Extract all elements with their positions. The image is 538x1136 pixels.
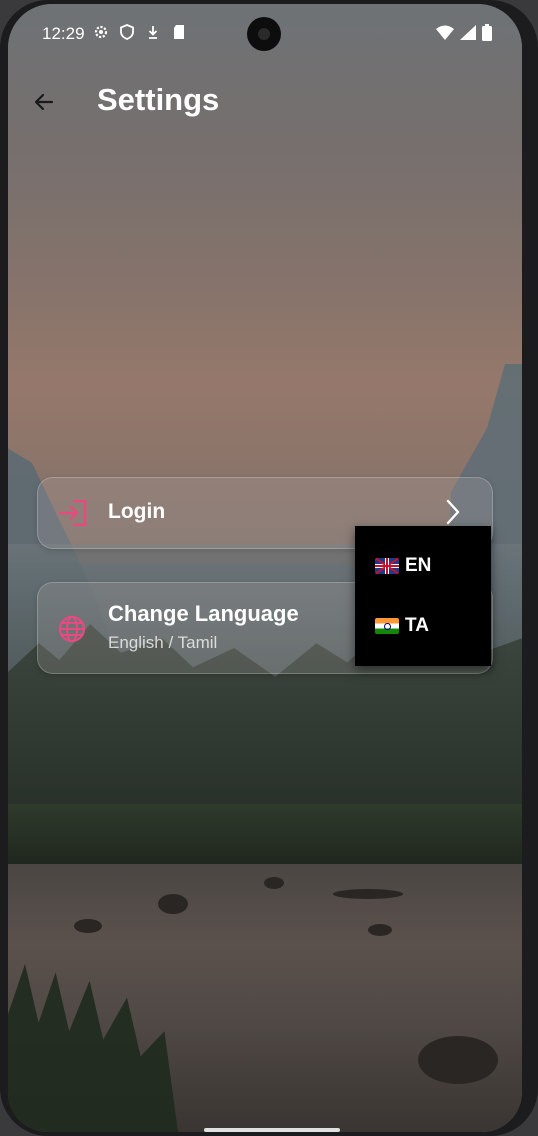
rock — [74, 919, 102, 933]
language-option-en[interactable]: EN — [375, 551, 431, 581]
signal-icon — [460, 25, 476, 45]
language-dropdown-menu: EN TA — [355, 526, 491, 666]
change-language-subtitle: English / Tamil — [108, 633, 218, 652]
shield-icon — [118, 24, 136, 44]
login-label: Login — [108, 500, 166, 523]
rock — [158, 894, 188, 914]
language-option-ta[interactable]: TA — [375, 611, 429, 641]
gear-icon — [92, 24, 110, 44]
rock — [264, 877, 284, 889]
status-icons-right — [436, 24, 492, 46]
change-language-label: Change Language — [108, 601, 299, 626]
back-button[interactable] — [24, 84, 64, 124]
app-bar: Settings — [8, 74, 522, 134]
login-icon — [58, 499, 88, 531]
rock — [333, 889, 403, 899]
screen: 12:29 Settings Login Change Language Eng… — [8, 4, 522, 1132]
language-option-label: TA — [405, 615, 429, 636]
sd-card-icon — [170, 24, 188, 44]
status-icons-left — [92, 24, 188, 44]
download-icon — [144, 24, 162, 44]
language-option-label: EN — [405, 555, 432, 576]
arrow-left-icon — [32, 90, 56, 119]
wifi-icon — [436, 25, 454, 45]
rock — [368, 924, 392, 936]
page-title: Settings — [97, 82, 220, 117]
battery-icon — [482, 24, 492, 46]
status-time: 12:29 — [42, 24, 85, 43]
uk-flag-icon — [375, 558, 399, 574]
rock — [418, 1036, 498, 1084]
front-camera — [247, 17, 281, 51]
phone-frame: 12:29 Settings Login Change Language Eng… — [0, 0, 538, 1136]
globe-icon — [58, 615, 86, 648]
home-indicator[interactable] — [204, 1128, 340, 1132]
india-flag-icon — [375, 618, 399, 634]
status-bar: 12:29 — [8, 4, 522, 62]
